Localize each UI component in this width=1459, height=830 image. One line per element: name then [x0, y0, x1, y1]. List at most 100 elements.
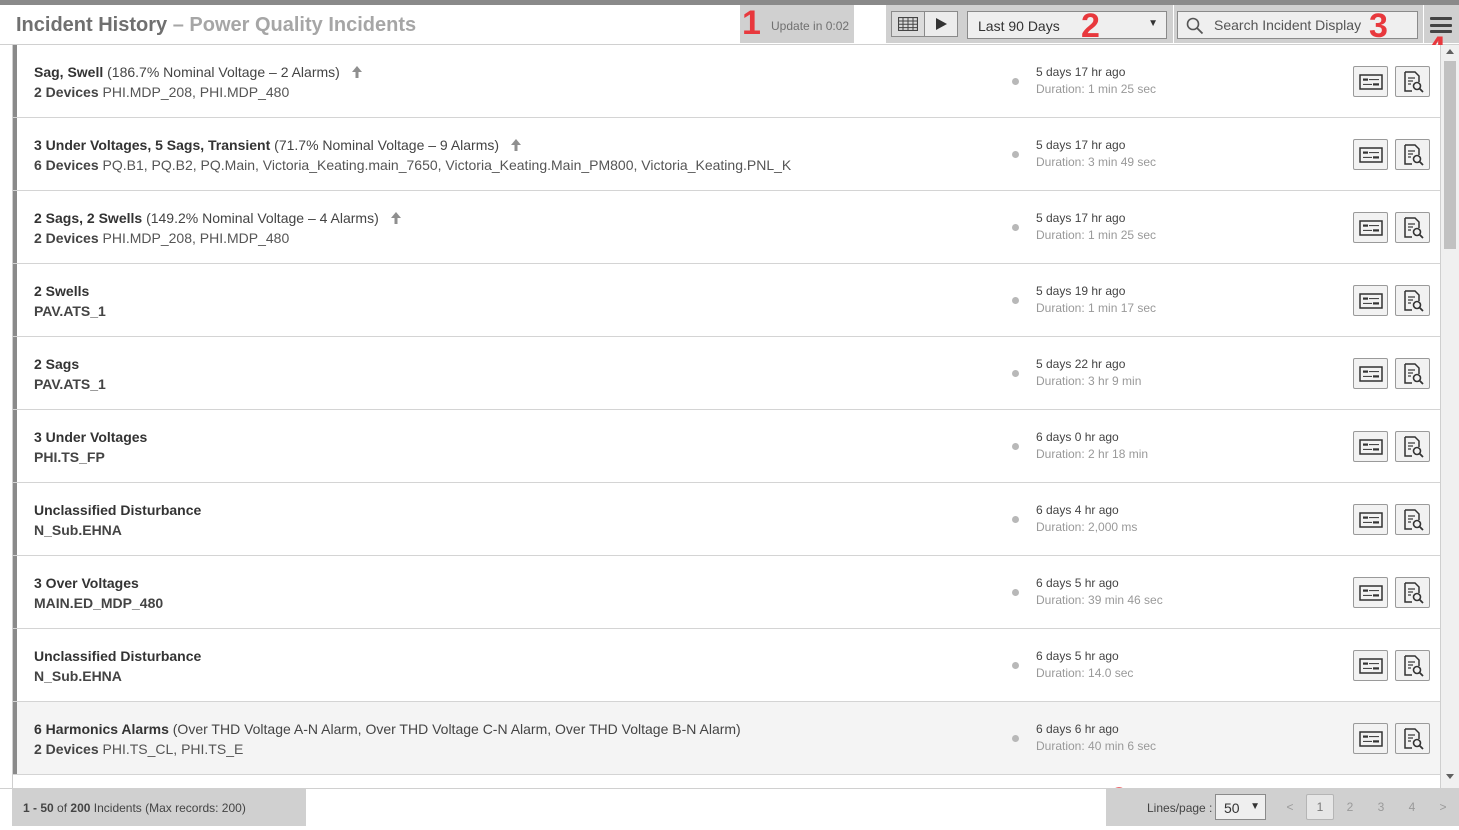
timeline-icon: [1358, 657, 1383, 674]
incident-details-button[interactable]: [1395, 358, 1430, 389]
incident-row[interactable]: Unclassified Disturbance N_Sub.EHNA 6 da…: [13, 483, 1440, 556]
incident-timeline-button[interactable]: [1353, 212, 1388, 243]
table-view-button[interactable]: [892, 12, 925, 36]
status-dot: [1012, 735, 1019, 742]
scroll-thumb[interactable]: [1444, 61, 1456, 249]
incident-duration: Duration: 1 min 17 sec: [1036, 301, 1157, 315]
timeline-icon: [1358, 146, 1383, 163]
devices-list: PQ.B1, PQ.B2, PQ.Main, Victoria_Keating.…: [102, 157, 792, 173]
incident-timeline-button[interactable]: [1353, 285, 1388, 316]
incident-devices: PAV.ATS_1: [34, 303, 106, 319]
view-toggle: [891, 11, 958, 37]
devices-label: MAIN.ED_MDP_480: [34, 595, 164, 611]
document-search-icon: [1403, 362, 1424, 385]
page-2-button[interactable]: 2: [1336, 794, 1364, 820]
document-search-icon: [1403, 216, 1424, 239]
incident-devices: N_Sub.EHNA: [34, 522, 122, 538]
incident-duration: Duration: 2 hr 18 min: [1036, 447, 1149, 461]
incident-row[interactable]: 2 Swells PAV.ATS_1 5 days 19 hr ago Dura…: [13, 264, 1440, 337]
play-view-button[interactable]: [925, 12, 958, 36]
incident-summary: 6 Harmonics Alarms (Over THD Voltage A-N…: [34, 721, 741, 737]
timeline-icon: [1358, 365, 1383, 382]
severity-band: [13, 191, 17, 263]
incident-summary: 2 Sags, 2 Swells (149.2% Nominal Voltage…: [34, 210, 401, 226]
incident-timeline-button[interactable]: [1353, 577, 1388, 608]
trend-up-icon: [510, 139, 521, 151]
search-icon: [1186, 17, 1204, 35]
incident-duration: Duration: 2,000 ms: [1036, 520, 1138, 534]
incident-time: 5 days 19 hr ago: [1036, 284, 1126, 298]
status-dot: [1012, 151, 1019, 158]
record-range: 1 - 50: [23, 801, 54, 815]
trend-up-icon: [390, 212, 401, 224]
incident-timeline-button[interactable]: [1353, 66, 1388, 97]
incident-details-button[interactable]: [1395, 431, 1430, 462]
incident-row[interactable]: Unclassified Disturbance N_Sub.EHNA 6 da…: [13, 629, 1440, 702]
incident-details-button[interactable]: [1395, 285, 1430, 316]
incident-devices: 2 Devices PHI.MDP_208, PHI.MDP_480: [34, 230, 289, 246]
vertical-scrollbar[interactable]: [1441, 45, 1459, 788]
incident-details-button[interactable]: [1395, 66, 1430, 97]
annotation-marker-3: 3: [1369, 7, 1388, 45]
incident-devices: PHI.TS_FP: [34, 449, 105, 465]
devices-label: 2 Devices: [34, 230, 99, 246]
incident-row[interactable]: 2 Sags PAV.ATS_1 5 days 22 hr ago Durati…: [13, 337, 1440, 410]
incident-timeline-button[interactable]: [1353, 650, 1388, 681]
incident-title: 2 Swells: [34, 283, 90, 299]
incident-summary: 2 Sags: [34, 356, 79, 372]
status-dot: [1012, 516, 1019, 523]
page-4-button[interactable]: 4: [1398, 794, 1426, 820]
record-of: of: [57, 801, 68, 815]
incident-details-button[interactable]: [1395, 504, 1430, 535]
incident-row[interactable]: 3 Over Voltages MAIN.ED_MDP_480 6 days 5…: [13, 556, 1440, 629]
incident-details-button[interactable]: [1395, 212, 1430, 243]
incident-timeline-button[interactable]: [1353, 431, 1388, 462]
incident-details-button[interactable]: [1395, 139, 1430, 170]
incident-row[interactable]: 3 Under Voltages, 5 Sags, Transient (71.…: [13, 118, 1440, 191]
incident-detail: (186.7% Nominal Voltage – 2 Alarms): [107, 64, 340, 80]
devices-label: N_Sub.EHNA: [34, 668, 122, 684]
incident-details-button[interactable]: [1395, 577, 1430, 608]
severity-band: [13, 337, 17, 409]
next-page-button[interactable]: >: [1429, 794, 1457, 820]
incident-duration: Duration: 40 min 6 sec: [1036, 739, 1157, 753]
incident-timeline-button[interactable]: [1353, 504, 1388, 535]
page-1-button[interactable]: 1: [1306, 794, 1334, 820]
incident-timeline-button[interactable]: [1353, 358, 1388, 389]
incident-row[interactable]: Sag, Swell (186.7% Nominal Voltage – 2 A…: [13, 45, 1440, 118]
incident-title: 6 Harmonics Alarms: [34, 721, 169, 737]
lines-per-page-select[interactable]: 50 ▼: [1215, 794, 1266, 820]
incident-timeline-button[interactable]: [1353, 139, 1388, 170]
document-search-icon: [1403, 70, 1424, 93]
scroll-down-arrow-icon[interactable]: [1446, 774, 1454, 779]
incident-duration: Duration: 1 min 25 sec: [1036, 82, 1157, 96]
status-dot: [1012, 370, 1019, 377]
incident-detail: (71.7% Nominal Voltage – 9 Alarms): [274, 137, 500, 153]
timeline-icon: [1358, 292, 1383, 309]
page-3-button[interactable]: 3: [1367, 794, 1395, 820]
incident-duration: Duration: 1 min 25 sec: [1036, 228, 1157, 242]
devices-label: N_Sub.EHNA: [34, 522, 122, 538]
incident-summary: 3 Under Voltages: [34, 429, 147, 445]
severity-band: [13, 410, 17, 482]
devices-label: PHI.TS_FP: [34, 449, 105, 465]
incident-time: 6 days 0 hr ago: [1036, 430, 1119, 444]
incident-row[interactable]: 6 Harmonics Alarms (Over THD Voltage A-N…: [13, 702, 1440, 775]
incident-details-button[interactable]: [1395, 650, 1430, 681]
devices-list: PHI.MDP_208, PHI.MDP_480: [102, 230, 290, 246]
incident-details-button[interactable]: [1395, 723, 1430, 754]
incident-timeline-button[interactable]: [1353, 723, 1388, 754]
scroll-up-arrow-icon[interactable]: [1446, 49, 1454, 54]
prev-page-button[interactable]: <: [1276, 794, 1304, 820]
incident-duration: Duration: 39 min 46 sec: [1036, 593, 1163, 607]
incident-row[interactable]: 2 Sags, 2 Swells (149.2% Nominal Voltage…: [13, 191, 1440, 264]
incident-title: 3 Over Voltages: [34, 575, 139, 591]
timeline-icon: [1358, 730, 1383, 747]
title-main: Incident History: [16, 14, 168, 36]
severity-band: [13, 264, 17, 336]
time-range-select[interactable]: Last 90 Days ▼: [967, 11, 1167, 39]
devices-label: PAV.ATS_1: [34, 303, 106, 319]
timeline-icon: [1358, 73, 1383, 90]
incident-row[interactable]: 3 Under Voltages PHI.TS_FP 6 days 0 hr a…: [13, 410, 1440, 483]
incident-detail: (149.2% Nominal Voltage – 4 Alarms): [146, 210, 379, 226]
